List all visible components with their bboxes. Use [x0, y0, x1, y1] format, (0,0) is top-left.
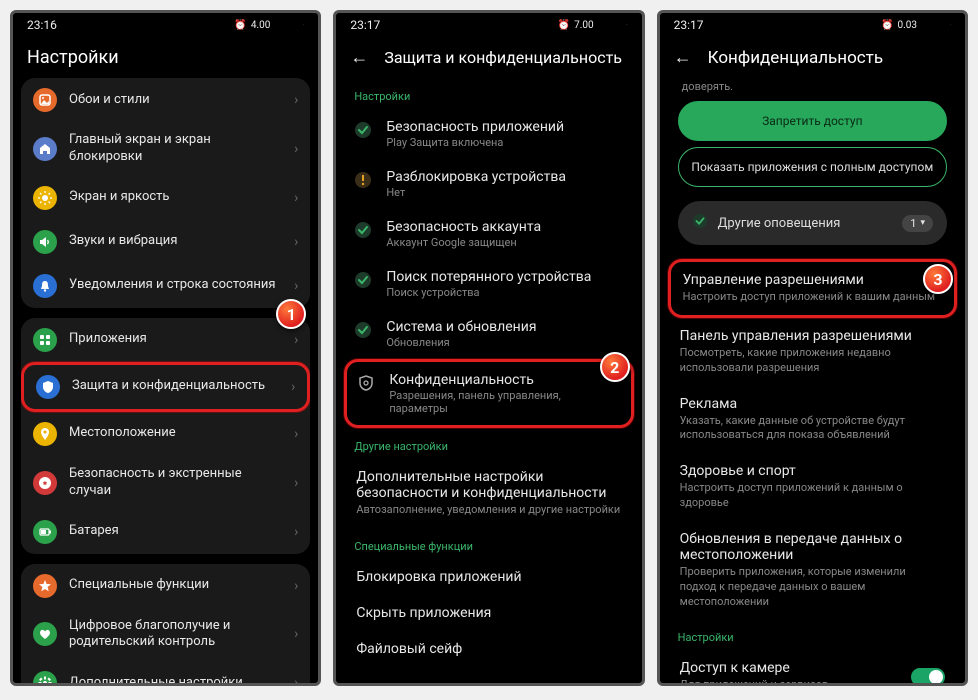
security-item[interactable]: Поиск потерянного устройства Поиск устро…: [344, 259, 633, 309]
settings-item[interactable]: Приложения ›: [21, 318, 310, 362]
privacy-list[interactable]: доверять. Запретить доступ Показать прил…: [660, 78, 965, 683]
special-item[interactable]: Файловый сейф: [344, 631, 633, 667]
chevron-right-icon: ›: [291, 379, 295, 395]
back-button[interactable]: ←: [350, 47, 368, 68]
item-additional-security[interactable]: Дополнительные настройки безопасности и …: [344, 459, 633, 528]
settings-item[interactable]: Уведомления и строка состояния ›: [21, 264, 310, 308]
battery-icon: [33, 520, 57, 544]
chevron-right-icon: ›: [294, 141, 298, 157]
camera-toggle[interactable]: [911, 668, 945, 683]
chevron-right-icon: ›: [294, 92, 298, 108]
settings-item[interactable]: Обои и стили ›: [21, 78, 310, 122]
step-badge-3: 3: [923, 264, 953, 294]
sun-icon: [33, 186, 57, 210]
settings-item[interactable]: Главный экран и экран блокировки ›: [21, 122, 310, 176]
card-subtext: доверять.: [668, 78, 957, 95]
shield-icon: [36, 375, 60, 399]
status-icons: ⏰ 7.00: [558, 20, 628, 31]
gear-icon: [33, 671, 57, 683]
page-title: Настройки: [27, 47, 119, 68]
chevron-right-icon: ›: [294, 475, 298, 491]
star-icon: [33, 574, 57, 598]
chevron-right-icon: ›: [294, 675, 298, 683]
ok-icon: [354, 271, 372, 289]
security-item[interactable]: Безопасность приложений Play Защита вклю…: [344, 109, 633, 159]
ok-icon: [354, 321, 372, 339]
ok-icon: [354, 121, 372, 139]
other-alerts-label: Другие оповещения: [718, 216, 893, 231]
status-bar: 23:16 ⏰ 4.00: [13, 13, 318, 37]
volume-icon: [33, 230, 57, 254]
section-label-other: Другие настройки: [344, 428, 633, 459]
warn-icon: [354, 171, 372, 189]
security-item[interactable]: Конфиденциальность Разрешения, панель уп…: [344, 359, 633, 428]
privacy-item[interactable]: Панель управления разрешениямиПосмотреть…: [668, 318, 957, 386]
screen-security: 23:17 ⏰ 7.00 ← Защита и конфиденциальнос…: [333, 10, 644, 686]
section-label-settings: Настройки: [344, 78, 633, 109]
settings-item[interactable]: Специальные функции ›: [21, 564, 310, 608]
camera-access-row[interactable]: Доступ к камере Для приложений и сервисо…: [668, 650, 957, 683]
settings-item[interactable]: Батарея ›: [21, 510, 310, 554]
status-time: 23:16: [27, 18, 57, 32]
chevron-right-icon: ›: [294, 524, 298, 540]
status-bar: 23:17 ⏰ 0.03: [660, 13, 965, 37]
chevron-right-icon: ›: [294, 234, 298, 250]
deny-access-button[interactable]: Запретить доступ: [678, 101, 947, 141]
check-icon: [692, 213, 708, 233]
chevron-right-icon: ›: [294, 626, 298, 642]
status-icons: ⏰ 0.03: [881, 20, 951, 31]
status-icons: ⏰ 4.00: [234, 20, 304, 31]
settings-item[interactable]: Защита и конфиденциальность ›: [21, 362, 310, 412]
page-title: Конфиденциальность: [708, 48, 883, 68]
other-alerts-row[interactable]: Другие оповещения 1▾: [678, 201, 947, 245]
heart-icon: [33, 622, 57, 646]
bell-icon: [33, 274, 57, 298]
privacy-item[interactable]: Здоровье и спортНастроить доступ приложе…: [668, 453, 957, 521]
status-time: 23:17: [674, 18, 704, 32]
screen-privacy: 23:17 ⏰ 0.03 ← Конфиденциальность доверя…: [657, 10, 968, 686]
section-label-special: Специальные функции: [344, 528, 633, 559]
settings-list[interactable]: Обои и стили › Главный экран и экран бло…: [13, 78, 318, 683]
settings-item[interactable]: Звуки и вибрация ›: [21, 220, 310, 264]
apps-icon: [33, 328, 57, 352]
sos-icon: [33, 471, 57, 495]
section-label-settings: Настройки: [668, 619, 957, 650]
status-bar: 23:17 ⏰ 7.00: [336, 13, 641, 37]
step-badge-2: 2: [600, 352, 630, 382]
chevron-right-icon: ›: [294, 578, 298, 594]
chevron-right-icon: ›: [294, 332, 298, 348]
back-button[interactable]: ←: [674, 47, 692, 68]
settings-item[interactable]: Цифровое благополучие и родительский кон…: [21, 608, 310, 662]
page-title: Защита и конфиденциальность: [384, 48, 622, 67]
privacy-item[interactable]: Управление разрешениямиНастроить доступ …: [668, 259, 957, 318]
pin-icon: [33, 422, 57, 446]
special-item[interactable]: Блокировка приложений: [344, 559, 633, 595]
settings-item[interactable]: Безопасность и экстренные случаи ›: [21, 456, 310, 510]
settings-item[interactable]: Экран и яркость ›: [21, 176, 310, 220]
chevron-right-icon: ›: [294, 190, 298, 206]
special-item[interactable]: Скрыть приложения: [344, 595, 633, 631]
header: Настройки: [13, 37, 318, 78]
privacy-item[interactable]: Обновления в передаче данных о местополо…: [668, 521, 957, 620]
security-item[interactable]: Система и обновления Обновления: [344, 309, 633, 359]
other-alerts-count: 1▾: [902, 215, 933, 232]
security-item[interactable]: Безопасность аккаунта Аккаунт Google защ…: [344, 209, 633, 259]
wallpaper-icon: [33, 88, 57, 112]
show-full-access-button[interactable]: Показать приложения с полным доступом: [678, 147, 947, 187]
settings-item[interactable]: Дополнительные настройки ›: [21, 661, 310, 683]
header: ← Конфиденциальность: [660, 37, 965, 78]
shield-icon: [357, 374, 375, 392]
privacy-item[interactable]: РекламаУказать, какие данные об устройст…: [668, 386, 957, 454]
security-list[interactable]: Настройки Безопасность приложений Play З…: [336, 78, 641, 683]
screen-settings: 23:16 ⏰ 4.00 Настройки Обои и стили › Гл…: [10, 10, 321, 686]
chevron-right-icon: ›: [294, 426, 298, 442]
header: ← Защита и конфиденциальность: [336, 37, 641, 78]
status-time: 23:17: [350, 18, 380, 32]
home-icon: [33, 137, 57, 161]
chevron-right-icon: ›: [294, 278, 298, 294]
settings-item[interactable]: Местоположение ›: [21, 412, 310, 456]
ok-icon: [354, 221, 372, 239]
security-item[interactable]: Разблокировка устройства Нет: [344, 159, 633, 209]
